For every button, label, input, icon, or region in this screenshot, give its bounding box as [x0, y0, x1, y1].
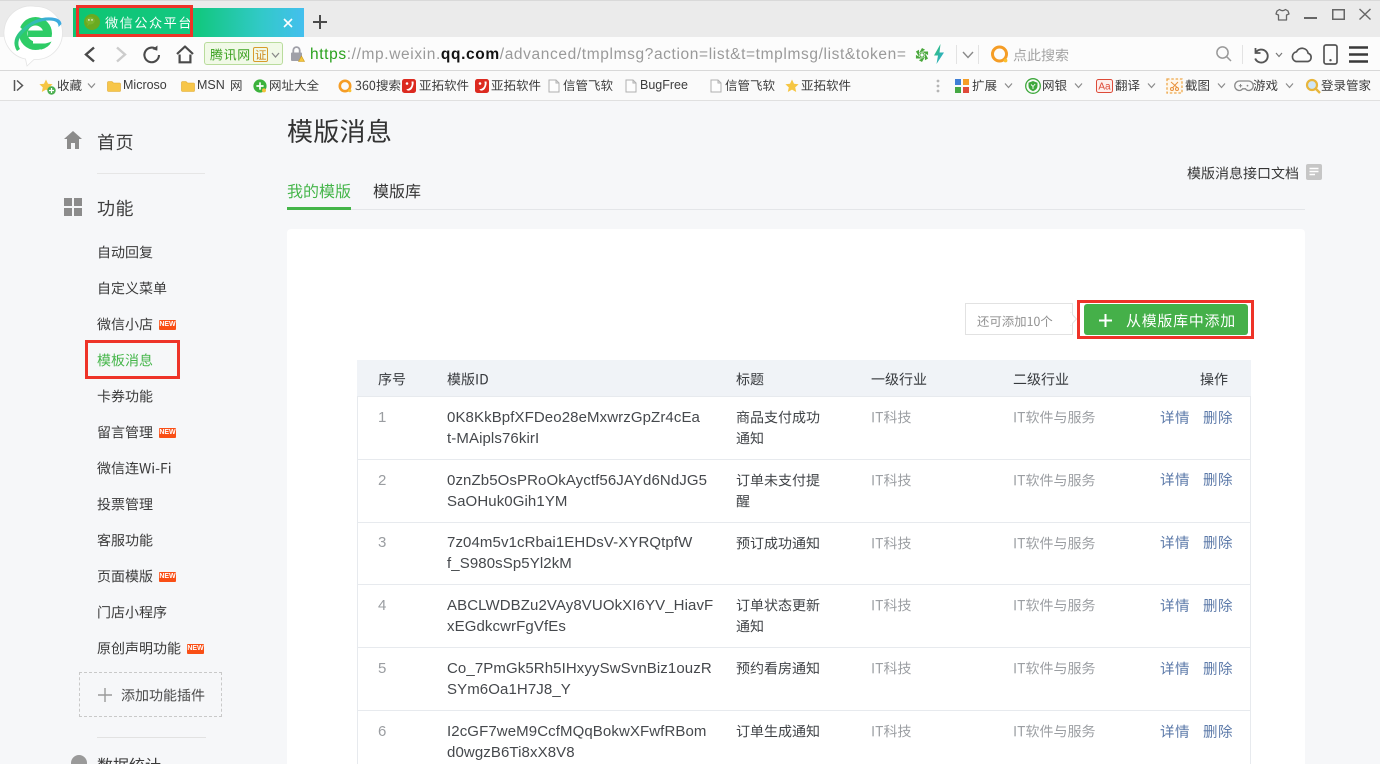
svg-text:Aa: Aa	[1098, 82, 1111, 93]
